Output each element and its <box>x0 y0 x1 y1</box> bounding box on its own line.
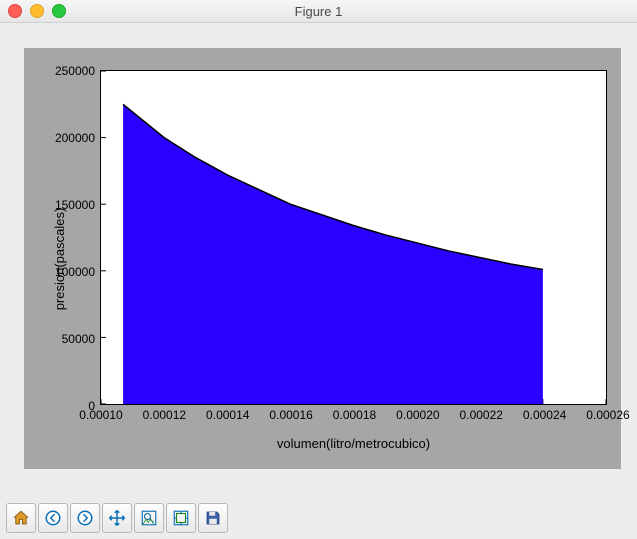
home-icon[interactable] <box>6 503 36 533</box>
chart-svg <box>101 71 606 404</box>
y-tick-label: 0 <box>88 399 95 413</box>
minimize-icon[interactable] <box>30 4 44 18</box>
x-tick-label: 0.00020 <box>396 408 439 422</box>
zoom-window-icon[interactable] <box>52 4 66 18</box>
forward-icon[interactable] <box>70 503 100 533</box>
x-tick-label: 0.00012 <box>143 408 186 422</box>
x-axis-label: volumen(litro/metrocubico) <box>100 436 607 451</box>
x-tick-label: 0.00010 <box>79 408 122 422</box>
figure-canvas: presion(pascales) volumen(litro/metrocub… <box>24 48 621 469</box>
titlebar: Figure 1 <box>0 0 637 23</box>
x-tick-label: 0.00026 <box>586 408 629 422</box>
zoom-icon[interactable] <box>134 503 164 533</box>
plot-area[interactable]: 0.000100.000120.000140.000160.000180.000… <box>100 70 607 405</box>
y-tick-label: 250000 <box>55 64 95 78</box>
x-tick-label: 0.00022 <box>460 408 503 422</box>
y-tick-label: 100000 <box>55 265 95 279</box>
pan-icon[interactable] <box>102 503 132 533</box>
x-tick-label: 0.00018 <box>333 408 376 422</box>
x-tick-label: 0.00016 <box>269 408 312 422</box>
subplots-icon[interactable] <box>166 503 196 533</box>
window-title: Figure 1 <box>0 4 637 19</box>
save-icon[interactable] <box>198 503 228 533</box>
figure-window: Figure 1 presion(pascales) volumen(litro… <box>0 0 637 539</box>
x-tick-label: 0.00014 <box>206 408 249 422</box>
window-controls <box>8 4 66 18</box>
y-axis-label: presion(pascales) <box>52 207 67 310</box>
y-tick-label: 200000 <box>55 131 95 145</box>
x-tick-label: 0.00024 <box>523 408 566 422</box>
figure-toolbar <box>6 503 228 533</box>
y-tick-label: 150000 <box>55 198 95 212</box>
back-icon[interactable] <box>38 503 68 533</box>
y-tick-label: 50000 <box>62 332 95 346</box>
close-icon[interactable] <box>8 4 22 18</box>
